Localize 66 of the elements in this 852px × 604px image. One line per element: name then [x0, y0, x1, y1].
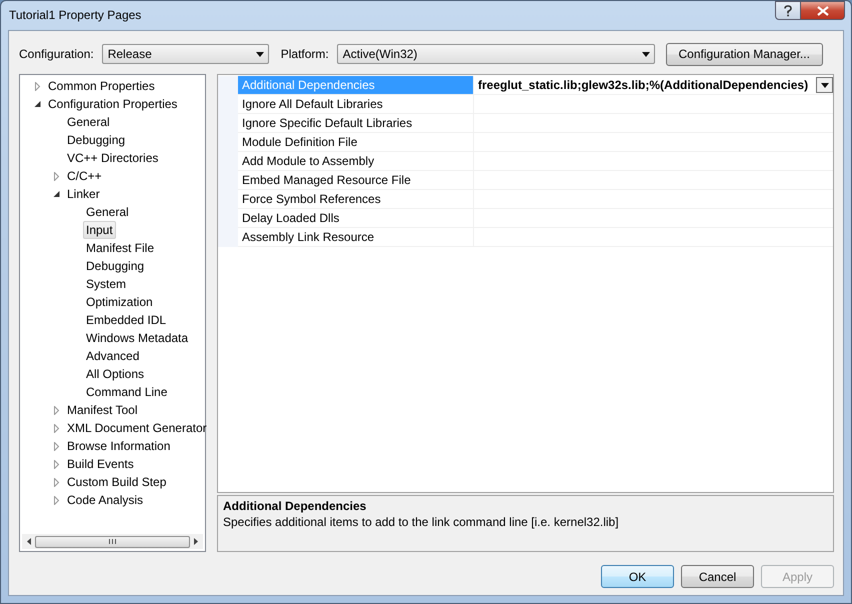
tree-item[interactable]: Windows Metadata — [83, 329, 192, 347]
tree-item[interactable]: Browse Information — [64, 437, 174, 455]
tree-item[interactable]: Embedded IDL — [83, 311, 170, 329]
ok-button[interactable]: OK — [601, 565, 674, 588]
tree-item[interactable]: Debugging — [64, 131, 128, 149]
cancel-button[interactable]: Cancel — [681, 565, 754, 588]
horizontal-scrollbar[interactable] — [22, 534, 203, 549]
property-name[interactable]: Force Symbol References — [238, 190, 474, 209]
close-button[interactable] — [801, 1, 845, 20]
configuration-manager-button[interactable]: Configuration Manager... — [666, 42, 823, 66]
configuration-label: Configuration: — [19, 47, 94, 61]
dropdown-arrow-icon — [820, 82, 828, 88]
collapsed-arrow-icon[interactable] — [53, 172, 60, 180]
close-icon — [816, 6, 828, 16]
dropdown-arrow-icon — [642, 52, 650, 56]
tree-item[interactable]: Manifest Tool — [64, 401, 140, 419]
tree-item[interactable]: Common Properties — [45, 77, 158, 95]
collapsed-arrow-icon[interactable] — [53, 424, 60, 432]
description-text: Specifies additional items to add to the link command line [i.e. kernel32.lib] — [223, 515, 619, 529]
platform-dropdown[interactable]: Active(Win32) — [336, 44, 655, 64]
property-name[interactable]: Ignore Specific Default Libraries — [238, 114, 474, 133]
tree-item[interactable]: Configuration Properties — [45, 95, 180, 113]
property-name[interactable]: Add Module to Assembly — [238, 152, 474, 171]
tree-item[interactable]: System — [83, 275, 130, 293]
tree-item[interactable]: General — [64, 113, 113, 131]
tree-item[interactable]: Linker — [64, 185, 103, 203]
platform-label: Platform: — [280, 47, 329, 61]
scroll-left-icon[interactable] — [26, 538, 31, 545]
description-title: Additional Dependencies — [223, 499, 366, 513]
tree-item[interactable]: Optimization — [83, 293, 156, 311]
property-name[interactable]: Module Definition File — [238, 133, 474, 152]
tree-item[interactable]: VC++ Directories — [64, 149, 162, 167]
collapsed-arrow-icon[interactable] — [53, 460, 60, 468]
tree-item[interactable]: Debugging — [83, 257, 148, 275]
grip-icon — [109, 539, 116, 544]
tree-item[interactable]: Build Events — [64, 455, 137, 473]
collapsed-arrow-icon[interactable] — [53, 406, 60, 414]
collapsed-arrow-icon[interactable] — [34, 82, 41, 90]
scrollbar-thumb[interactable] — [35, 536, 190, 548]
window-title: Tutorial1 Property Pages — [9, 8, 142, 22]
help-button[interactable] — [775, 1, 801, 20]
expanded-arrow-icon[interactable] — [34, 101, 41, 107]
tree-item[interactable]: Custom Build Step — [64, 473, 170, 491]
expanded-arrow-icon[interactable] — [53, 191, 60, 197]
dropdown-button[interactable] — [816, 77, 833, 93]
collapsed-arrow-icon[interactable] — [53, 442, 60, 450]
property-value: freeglut_static.lib;glew32s.lib;%(AdditionalDependencies) — [478, 78, 808, 92]
collapsed-arrow-icon[interactable] — [53, 478, 60, 486]
tree-item[interactable]: Input — [83, 221, 116, 239]
tree-item[interactable]: Manifest File — [83, 239, 158, 257]
configuration-dropdown[interactable]: Release — [102, 44, 269, 64]
tree-item[interactable]: C/C++ — [64, 167, 105, 185]
tree-item[interactable]: Advanced — [83, 347, 142, 365]
property-name[interactable]: Assembly Link Resource — [238, 228, 474, 247]
tree-item[interactable]: Command Line — [83, 383, 170, 401]
tree-item[interactable]: All Options — [83, 365, 148, 383]
tree-item[interactable]: Code Analysis — [64, 491, 146, 509]
scroll-right-icon[interactable] — [194, 538, 199, 545]
tree-item[interactable]: XML Document Generator — [64, 419, 210, 437]
collapsed-arrow-icon[interactable] — [53, 496, 60, 504]
property-name[interactable]: Ignore All Default Libraries — [238, 95, 474, 114]
tree-item[interactable]: General — [83, 203, 132, 221]
property-name[interactable]: Embed Managed Resource File — [238, 171, 474, 190]
property-name[interactable]: Delay Loaded Dlls — [238, 209, 474, 228]
help-icon — [783, 4, 793, 16]
dropdown-arrow-icon — [256, 52, 264, 56]
